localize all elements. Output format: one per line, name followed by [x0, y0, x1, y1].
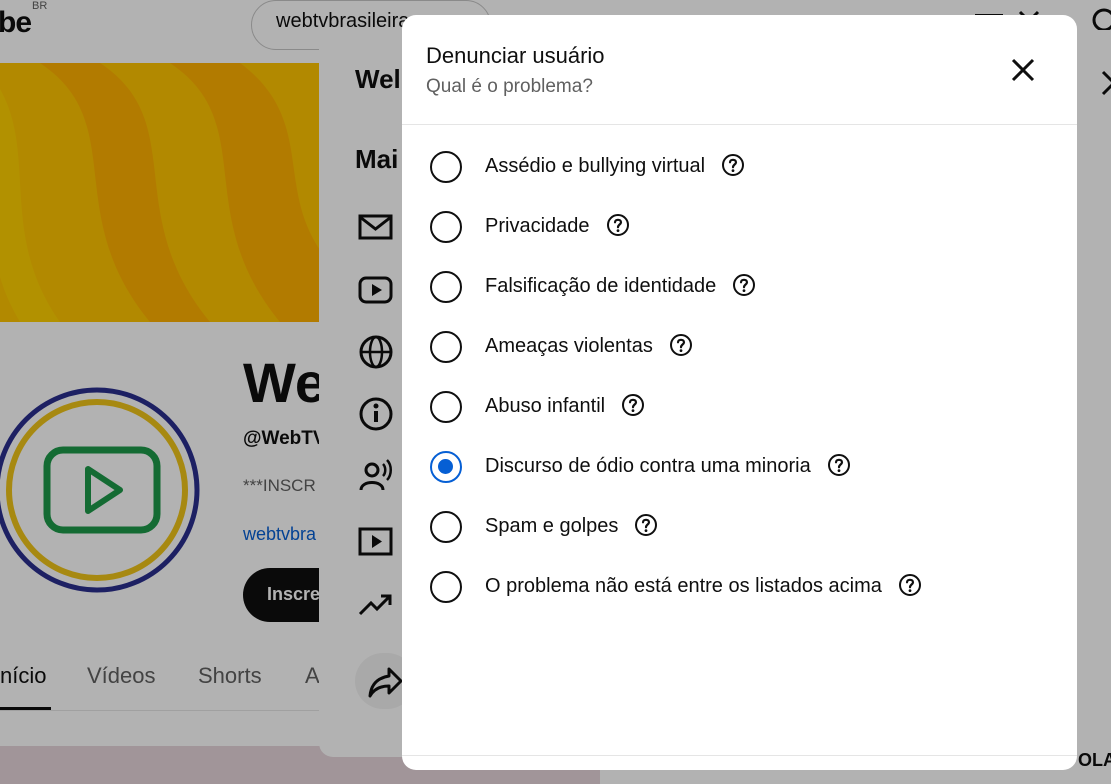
report-option[interactable]: O problema não está entre os listados ac… — [402, 557, 1077, 617]
help-icon[interactable] — [827, 453, 851, 477]
help-icon[interactable] — [634, 513, 658, 537]
report-option-text: Discurso de ódio contra uma minoria — [485, 455, 811, 477]
report-option-label: Assédio e bullying virtual — [485, 153, 745, 178]
report-option-label: Discurso de ódio contra uma minoria — [485, 453, 851, 478]
radio-button[interactable] — [430, 211, 462, 243]
radio-button[interactable] — [430, 391, 462, 423]
close-icon[interactable] — [1004, 51, 1042, 89]
radio-button[interactable] — [430, 151, 462, 183]
help-icon[interactable] — [669, 333, 693, 357]
report-option-label: Ameaças violentas — [485, 333, 693, 358]
report-user-dialog: Denunciar usuário Qual é o problema? Ass… — [402, 15, 1077, 770]
help-icon[interactable] — [621, 393, 645, 417]
report-option-label: O problema não está entre os listados ac… — [485, 573, 922, 598]
report-option-text: Privacidade — [485, 215, 590, 237]
radio-button[interactable] — [430, 271, 462, 303]
radio-button[interactable] — [430, 571, 462, 603]
dialog-header: Denunciar usuário Qual é o problema? — [402, 15, 1077, 125]
report-option-label: Spam e golpes — [485, 513, 658, 538]
report-option[interactable]: Assédio e bullying virtual — [402, 137, 1077, 197]
report-option[interactable]: Abuso infantil — [402, 377, 1077, 437]
report-option-text: O problema não está entre os listados ac… — [485, 575, 882, 597]
report-option-text: Spam e golpes — [485, 515, 619, 537]
report-option-label: Falsificação de identidade — [485, 273, 756, 298]
report-option[interactable]: Privacidade — [402, 197, 1077, 257]
report-option[interactable]: Discurso de ódio contra uma minoria — [402, 437, 1077, 497]
help-icon[interactable] — [606, 213, 630, 237]
dialog-title: Denunciar usuário — [426, 43, 605, 68]
report-option-text: Assédio e bullying virtual — [485, 155, 706, 177]
report-option-text: Abuso infantil — [485, 395, 606, 417]
report-option[interactable]: Spam e golpes — [402, 497, 1077, 557]
report-option-label: Privacidade — [485, 213, 630, 238]
radio-button[interactable] — [430, 511, 462, 543]
radio-button[interactable] — [430, 331, 462, 363]
report-option-text: Falsificação de identidade — [485, 275, 717, 297]
report-option[interactable]: Ameaças violentas — [402, 317, 1077, 377]
dialog-footer-divider — [402, 755, 1077, 756]
report-option[interactable]: Falsificação de identidade — [402, 257, 1077, 317]
help-icon[interactable] — [721, 153, 745, 177]
dialog-subtitle: Qual é o problema? — [426, 76, 593, 97]
report-option-text: Ameaças violentas — [485, 335, 653, 357]
report-option-label: Abuso infantil — [485, 393, 645, 418]
help-icon[interactable] — [898, 573, 922, 597]
help-icon[interactable] — [732, 273, 756, 297]
radio-button-checked[interactable] — [430, 451, 462, 483]
